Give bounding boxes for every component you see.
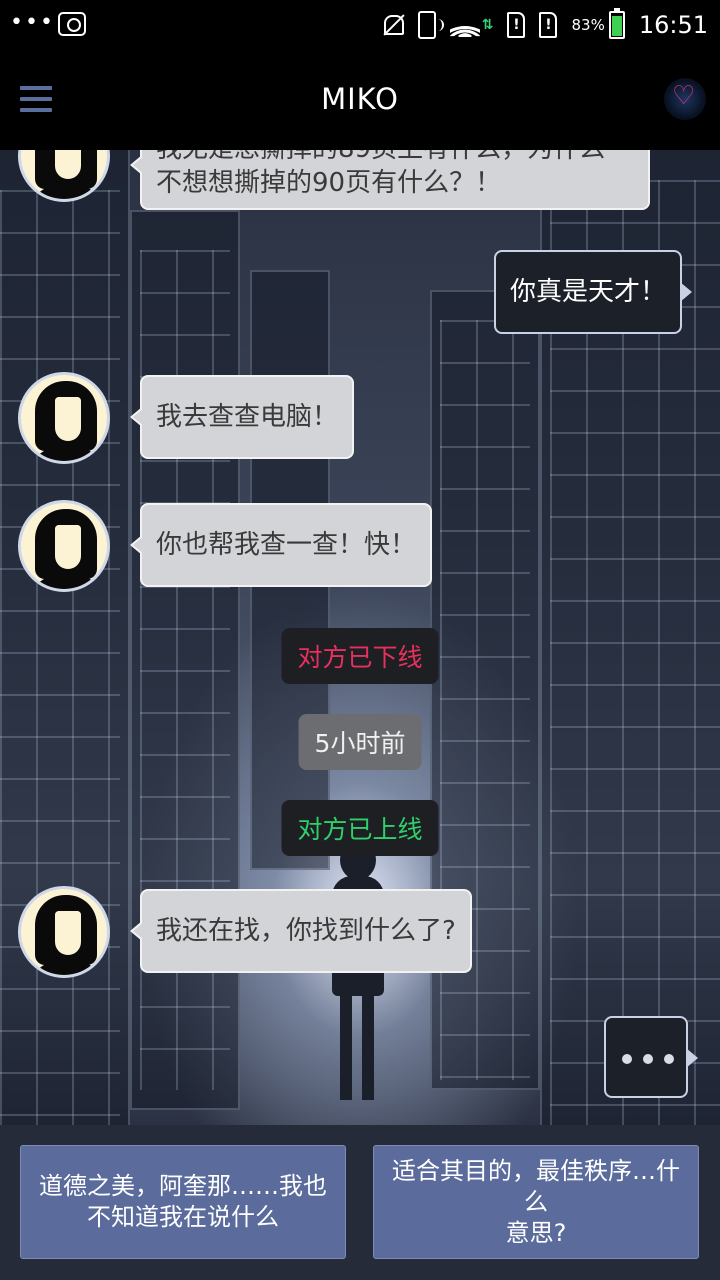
- message-bubble-incoming[interactable]: 你也帮我查一查！快！: [129, 503, 433, 587]
- reply-option-1[interactable]: 道德之美，阿奎那……我也 不知道我在说什么: [20, 1145, 346, 1259]
- sim1-icon: !: [507, 12, 526, 38]
- reply-options-bar: 道德之美，阿奎那……我也 不知道我在说什么 适合其目的，最佳秩序…什么 意思?: [0, 1125, 720, 1280]
- status-notice-online: 对方已上线: [281, 800, 439, 856]
- message-bubble-outgoing[interactable]: 你真是天才！: [494, 250, 693, 334]
- chat-title: MIKO: [321, 82, 399, 116]
- status-icons: ⇅ ! ! 83% 16:51: [380, 8, 708, 42]
- typing-dot-icon: [664, 1054, 674, 1064]
- reply-option-2[interactable]: 适合其目的，最佳秩序…什么 意思?: [373, 1145, 699, 1259]
- typing-dot-icon: [643, 1054, 653, 1064]
- background-windows-left: [0, 190, 120, 1125]
- reply-option-text: 意思?: [505, 1218, 567, 1247]
- notice-text: 对方已上线: [297, 815, 423, 844]
- notice-text: 对方已下线: [297, 643, 423, 672]
- screenshot-icon: [58, 12, 86, 36]
- typing-indicator: [604, 1016, 698, 1098]
- app-bar: MIKO: [0, 50, 720, 150]
- message-text: 我还在找，你找到什么了?: [156, 916, 456, 946]
- vibrate-icon: [417, 11, 444, 39]
- typing-dot-icon: [622, 1054, 632, 1064]
- message-text: 不想想撕掉的90页有什么？！: [156, 168, 502, 198]
- clock: 16:51: [638, 11, 708, 39]
- message-text: 我去查查电脑！: [156, 402, 339, 432]
- chat-area[interactable]: 我无是想撕掉的89页上有什么，为什么 不想想撕掉的90页有什么？！ 你真是天才！…: [0, 150, 720, 1125]
- reply-option-text: 不知道我在说什么: [87, 1203, 279, 1231]
- avatar[interactable]: [18, 372, 110, 464]
- status-notice-offline: 对方已下线: [281, 628, 439, 684]
- data-transfer-icon: ⇅: [481, 17, 494, 33]
- reply-option-text: 道德之美，阿奎那……我也: [39, 1172, 327, 1200]
- message-bubble-incoming[interactable]: 我无是想撕掉的89页上有什么，为什么 不想想撕掉的90页有什么？！: [130, 150, 650, 210]
- battery-percent: 83%: [571, 16, 605, 34]
- message-text: 你也帮我查一查！快！: [156, 530, 417, 560]
- sim2-icon: !: [539, 12, 558, 38]
- battery-icon: [608, 8, 625, 39]
- avatar[interactable]: [18, 500, 110, 592]
- message-bubble-incoming[interactable]: 我去查查电脑！: [129, 375, 355, 459]
- message-text: 你真是天才！: [510, 277, 667, 307]
- app-logo-icon[interactable]: [664, 78, 706, 120]
- wifi-icon: [449, 13, 480, 37]
- message-bubble-incoming[interactable]: 我还在找，你找到什么了?: [130, 889, 472, 973]
- status-bar: ••• ⇅ ! ! 83% 16:51: [0, 0, 720, 50]
- timestamp-text: 5小时前: [314, 729, 406, 758]
- more-notifications-icon: •••: [10, 10, 55, 35]
- avatar[interactable]: [18, 886, 110, 978]
- silent-mode-icon: [380, 12, 404, 38]
- reply-option-text: 适合其目的，最佳秩序…什么: [392, 1156, 680, 1216]
- message-text: 我无是想撕掉的89页上有什么，为什么: [156, 150, 634, 166]
- timestamp-badge: 5小时前: [298, 714, 422, 770]
